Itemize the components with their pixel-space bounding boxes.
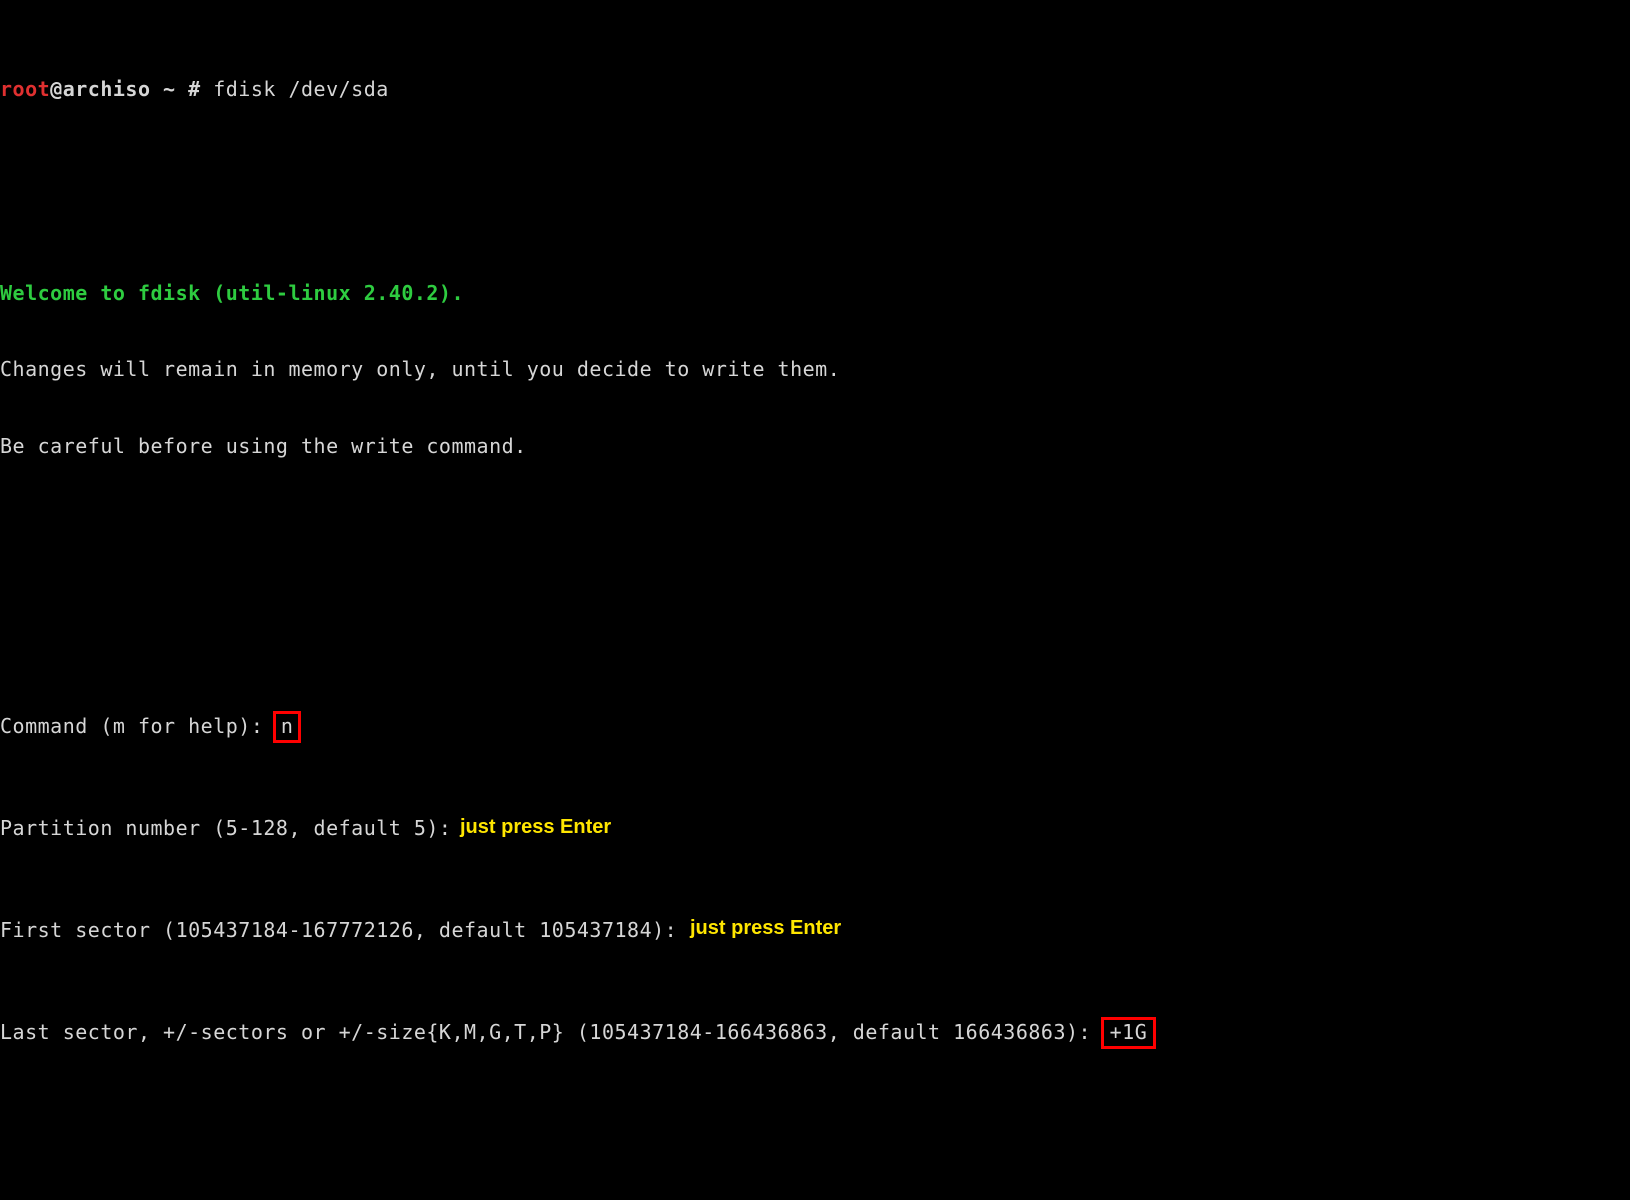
prompt-user: root: [0, 77, 50, 101]
annotation-enter-1: just press Enter: [460, 815, 611, 841]
welcome-text: Welcome to fdisk (util-linux 2.40.2).: [0, 281, 464, 305]
terminal[interactable]: root@archiso ~ # fdisk /dev/sda Welcome …: [0, 0, 1630, 1200]
fdisk-prompt-1: Command (m for help):: [0, 714, 276, 738]
input-1g-box: +1G: [1101, 1017, 1157, 1049]
input-n: n: [281, 714, 294, 738]
info-line-2: Be careful before using the write comman…: [0, 434, 527, 458]
prompt-host: @archiso ~ #: [50, 77, 213, 101]
input-n-box: n: [273, 711, 302, 743]
command-fdisk: fdisk /dev/sda: [213, 77, 389, 101]
info-line-1: Changes will remain in memory only, unti…: [0, 357, 840, 381]
annotation-enter-2: just press Enter: [690, 916, 841, 942]
last-sector-prompt-1: Last sector, +/-sectors or +/-size{K,M,G…: [0, 1020, 1104, 1044]
prompt-line-1: root@archiso ~ # fdisk /dev/sda: [0, 77, 1630, 103]
input-1g: +1G: [1110, 1020, 1148, 1044]
first-sector-prompt-1: First sector (105437184-167772126, defau…: [0, 918, 690, 942]
partition-number-prompt-1: Partition number (5-128, default 5):: [0, 816, 464, 840]
